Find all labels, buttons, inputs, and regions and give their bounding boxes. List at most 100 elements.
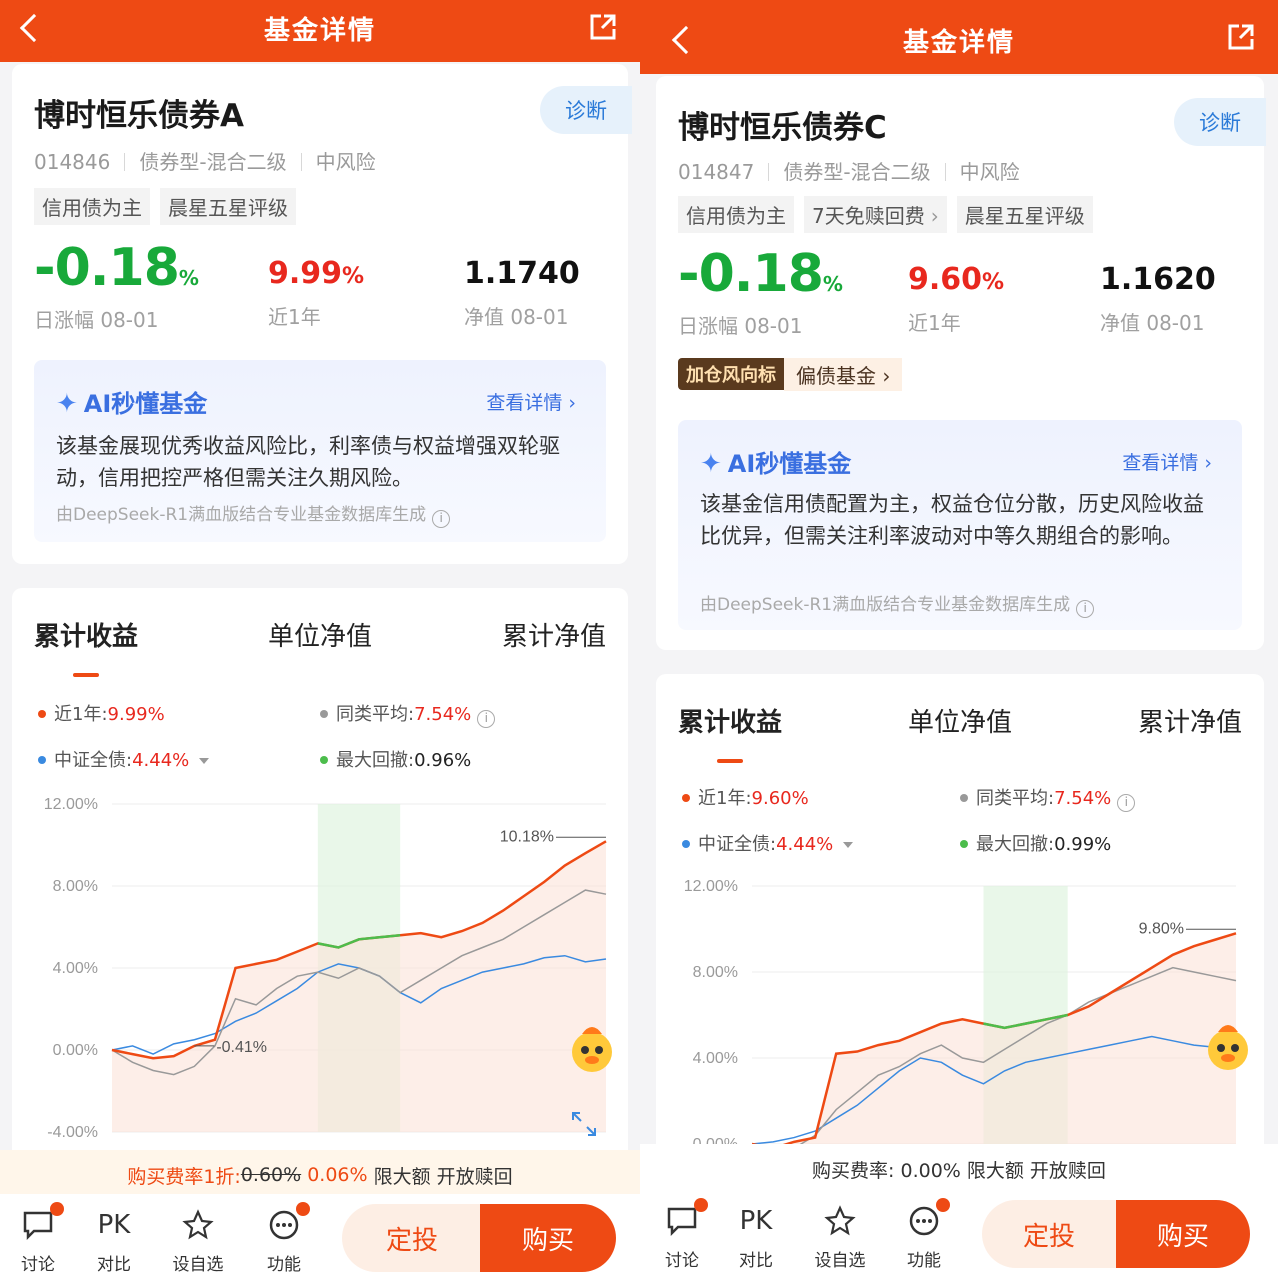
nav-value-label: 净值 08-01 [1100, 311, 1205, 335]
ai-title: ✦ AI秒懂基金 [56, 384, 207, 419]
ai-more-text[interactable]: 查看详情 [1122, 452, 1198, 474]
info-icon[interactable]: i [432, 510, 451, 528]
diagnose-button[interactable]: 诊断 [540, 86, 632, 134]
nav-value: 1.1620 净值 08-01 [1100, 262, 1216, 336]
y-tick-label: 12.00% [44, 796, 98, 813]
legend-drawdown-label: 最大回撤: [976, 834, 1055, 855]
fund-type: 债券型-混合二级 [783, 160, 931, 184]
tab-unit-nav[interactable]: 单位净值 [268, 616, 372, 653]
fund-tags: 信用债为主 7天免赎回费 › 晨星五星评级 [678, 196, 1093, 233]
fee-bar: 购买费率: 0.00% 限大额 开放赎回 [640, 1144, 1278, 1194]
nav-discuss[interactable]: 讨论 [8, 1202, 68, 1275]
ai-title: ✦ AI秒懂基金 [700, 444, 851, 479]
chevron-right-icon: › [1204, 452, 1212, 474]
nav-watchlist[interactable]: 设自选 [168, 1208, 228, 1275]
year-return-label: 近1年 [268, 305, 321, 329]
y-tick-label: 4.00% [53, 960, 98, 977]
legend-year-value: 9.99% [107, 704, 165, 725]
legend-year-value: 9.60% [751, 788, 809, 809]
fund-info-card: 博时恒乐债券A 诊断 014846 债券型-混合二级 中风险 信用债为主 晨星五星评… [12, 64, 632, 564]
return-chart[interactable]: 12.00% 8.00% 4.00% 0.00% -4.00% 10.18% -0.41% [26, 788, 626, 1148]
nav-watchlist[interactable]: 设自选 [810, 1204, 870, 1271]
nav-compare[interactable]: PK 对比 [726, 1204, 786, 1271]
mascot-icon[interactable] [1200, 1018, 1256, 1074]
chat-bubble-icon [652, 1198, 712, 1238]
legend-dot [960, 840, 968, 848]
fund-tags: 信用债为主 晨星五星评级 [34, 188, 296, 225]
star-icon [810, 1204, 870, 1238]
legend-peer-average: 同类平均:7.54% i [320, 700, 496, 728]
chart-card: 累计收益 单位净值 累计净值 近1年:9.99% 同类平均:7.54% i 中证全… [12, 588, 628, 1188]
chart-card: 累计收益 单位净值 累计净值 近1年:9.60% 同类平均:7.54% i 中证全… [656, 674, 1264, 1154]
legend-index-value: 4.44% [776, 834, 834, 855]
ai-more-link[interactable]: 查看详情 › [1122, 448, 1212, 475]
legend-drawdown-label: 最大回撤: [336, 750, 415, 771]
daily-change: -0.18% 日涨幅 08-01 [34, 238, 199, 333]
legend-dot [682, 794, 690, 802]
fund-meta: 014847 债券型-混合二级 中风险 [678, 156, 1020, 185]
ai-more-link[interactable]: 查看详情 › [486, 388, 576, 415]
daily-change-label: 日涨幅 08-01 [34, 308, 159, 332]
legend-dot [960, 794, 968, 802]
buy-button[interactable]: 购买 [1116, 1200, 1250, 1268]
nav-compare[interactable]: PK 对比 [84, 1208, 144, 1275]
nav-value-number: 1.1620 [1100, 262, 1216, 297]
info-icon[interactable]: i [1117, 794, 1136, 812]
bottom-bar: 讨论 PK 对比 设自选 功能 定投 购买 [640, 1192, 1278, 1278]
tag-credit: 信用债为主 [678, 196, 794, 233]
notification-dot [694, 1198, 708, 1212]
nav-discuss[interactable]: 讨论 [652, 1198, 712, 1271]
share-icon[interactable] [588, 12, 618, 42]
notification-dot [936, 1198, 950, 1212]
tab-cumulative-return[interactable]: 累计收益 [34, 616, 138, 677]
low-annotation: -0.41% [216, 1039, 267, 1056]
legend-index[interactable]: 中证全债:4.44% [682, 830, 854, 856]
tag-morningstar: 晨星五星评级 [160, 188, 296, 225]
fee-discount: 0.06% [307, 1164, 368, 1186]
tab-cumulative-nav[interactable]: 累计净值 [502, 616, 606, 653]
diagnose-button[interactable]: 诊断 [1174, 98, 1266, 146]
fee-prefix: 购买费率1折: [127, 1165, 241, 1188]
legend-avg-value: 7.54% [414, 704, 472, 725]
share-icon[interactable] [1226, 22, 1256, 52]
nav-functions[interactable]: 功能 [254, 1202, 314, 1275]
ai-more-text[interactable]: 查看详情 [486, 392, 562, 414]
tab-cumulative-nav[interactable]: 累计净值 [1138, 702, 1242, 739]
fund-risk: 中风险 [959, 160, 1020, 184]
auto-invest-button[interactable]: 定投 [342, 1204, 482, 1272]
tab-cumulative-return[interactable]: 累计收益 [678, 702, 782, 763]
notification-dot [296, 1202, 310, 1216]
daily-change-unit: % [822, 272, 843, 296]
expand-icon[interactable] [570, 1110, 598, 1138]
bottom-bar: 讨论 PK 对比 设自选 功能 定投 购买 [0, 1194, 640, 1278]
pk-icon: PK [739, 1206, 773, 1236]
mascot-icon[interactable] [564, 1020, 620, 1076]
dropdown-caret-icon[interactable] [843, 842, 854, 848]
info-icon[interactable]: i [477, 710, 496, 728]
legend-index[interactable]: 中证全债:4.44% [38, 746, 210, 772]
more-icon [894, 1198, 954, 1238]
tab-unit-nav[interactable]: 单位净值 [908, 702, 1012, 739]
ai-source-text: 由DeepSeek-R1满血版结合专业基金数据库生成 [56, 505, 427, 525]
return-chart[interactable]: 12.00%8.00%4.00%0.00%9.80% [666, 870, 1256, 1150]
notification-dot [50, 1202, 64, 1216]
nav-discuss-label: 讨论 [665, 1251, 699, 1271]
buy-button[interactable]: 购买 [480, 1204, 616, 1272]
add-position-indicator[interactable]: 加仓风向标 偏债基金 › [678, 357, 903, 391]
dropdown-caret-icon[interactable] [199, 758, 210, 764]
add-position-label: 加仓风向标 [678, 358, 784, 390]
legend-year: 近1年:9.99% [38, 700, 165, 726]
fee-suffix: 限大额 开放赎回 [373, 1165, 513, 1188]
nav-compare-label: 对比 [97, 1255, 131, 1275]
sparkle-icon: ✦ [56, 389, 78, 419]
nav-func-label: 功能 [907, 1251, 941, 1271]
nav-functions[interactable]: 功能 [894, 1198, 954, 1271]
fund-type: 债券型-混合二级 [139, 150, 287, 174]
fund-info-card: 博时恒乐债券C 诊断 014847 债券型-混合二级 中风险 信用债为主 7天免赎回… [656, 76, 1266, 650]
daily-change: -0.18% 日涨幅 08-01 [678, 244, 843, 339]
top-bar: 基金详情 [0, 0, 640, 62]
info-icon[interactable]: i [1076, 600, 1095, 618]
auto-invest-button[interactable]: 定投 [982, 1200, 1116, 1268]
legend-dot [320, 756, 328, 764]
tag-redemption[interactable]: 7天免赎回费 › [804, 196, 947, 233]
